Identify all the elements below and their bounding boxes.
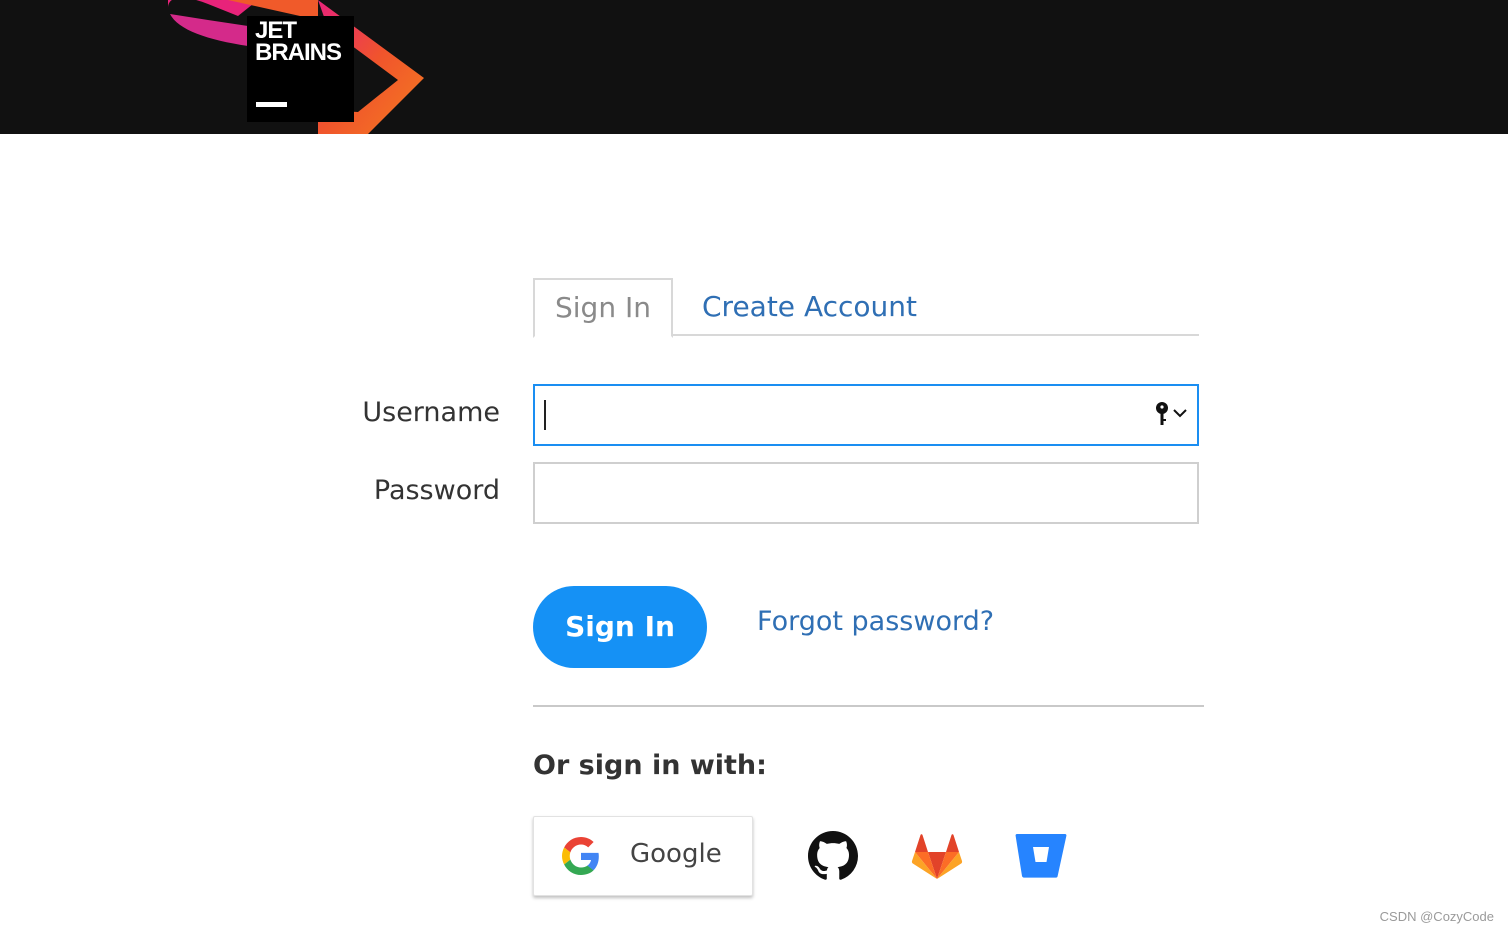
google-label: Google <box>630 839 722 869</box>
password-input[interactable] <box>535 464 1197 522</box>
section-divider <box>533 705 1204 707</box>
logo-underscore <box>256 102 287 107</box>
username-field[interactable] <box>533 384 1199 446</box>
bitbucket-icon[interactable] <box>1015 831 1067 881</box>
tab-sign-in[interactable]: Sign In <box>533 278 673 338</box>
watermark: CSDN @CozyCode <box>1379 909 1494 924</box>
logo-text: JET BRAINS <box>255 17 342 66</box>
key-icon[interactable] <box>1155 402 1169 428</box>
google-sign-in-button[interactable]: Google <box>533 816 753 896</box>
chevron-down-icon[interactable] <box>1173 408 1187 418</box>
logo-black-square: JET BRAINS <box>247 16 354 122</box>
google-icon <box>562 837 599 875</box>
auth-tabs: Sign In Create Account <box>533 278 1199 338</box>
tab-create-account[interactable]: Create Account <box>702 278 917 336</box>
username-input[interactable] <box>535 386 1197 444</box>
text-caret <box>544 400 546 430</box>
gitlab-icon[interactable] <box>911 831 963 881</box>
password-field[interactable] <box>533 462 1199 524</box>
username-label: Username <box>362 397 500 428</box>
github-icon[interactable] <box>807 831 859 881</box>
top-header: JET BRAINS <box>0 0 1508 134</box>
forgot-password-link[interactable]: Forgot password? <box>757 606 994 637</box>
jetbrains-logo[interactable]: JET BRAINS <box>168 0 428 134</box>
password-label: Password <box>373 475 500 506</box>
sign-in-button[interactable]: Sign In <box>533 586 707 668</box>
social-heading: Or sign in with: <box>533 750 767 781</box>
